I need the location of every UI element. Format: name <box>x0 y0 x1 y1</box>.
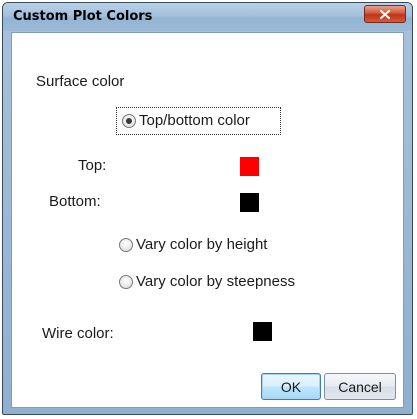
dialog-title: Custom Plot Colors <box>13 9 153 24</box>
bottom-color-swatch[interactable] <box>240 193 259 212</box>
cancel-button[interactable]: Cancel <box>324 373 396 400</box>
close-icon <box>380 9 390 19</box>
wire-color-label: Wire color: <box>42 325 114 342</box>
radio-vary-by-steepness[interactable] <box>119 275 133 289</box>
dialog-content: Surface color Top/bottom color Top: Bott… <box>11 32 404 408</box>
surface-color-heading: Surface color <box>36 73 125 90</box>
top-bottom-color-label[interactable]: Top/bottom color <box>139 112 250 129</box>
custom-plot-colors-dialog: Custom Plot Colors Surface color Top/bot… <box>2 2 413 415</box>
radio-selected-dot <box>126 118 132 124</box>
vary-by-height-label[interactable]: Vary color by height <box>136 236 267 253</box>
bottom-color-label: Bottom: <box>49 193 101 210</box>
radio-vary-by-height[interactable] <box>119 238 133 252</box>
wire-color-swatch[interactable] <box>253 322 272 341</box>
top-color-swatch[interactable] <box>240 157 259 176</box>
top-color-label: Top: <box>78 157 107 174</box>
title-bar[interactable]: Custom Plot Colors <box>3 3 412 31</box>
ok-button[interactable]: OK <box>261 373 321 400</box>
radio-top-bottom-color[interactable] <box>122 114 136 128</box>
close-button[interactable] <box>364 5 406 23</box>
vary-by-steepness-label[interactable]: Vary color by steepness <box>136 273 295 290</box>
